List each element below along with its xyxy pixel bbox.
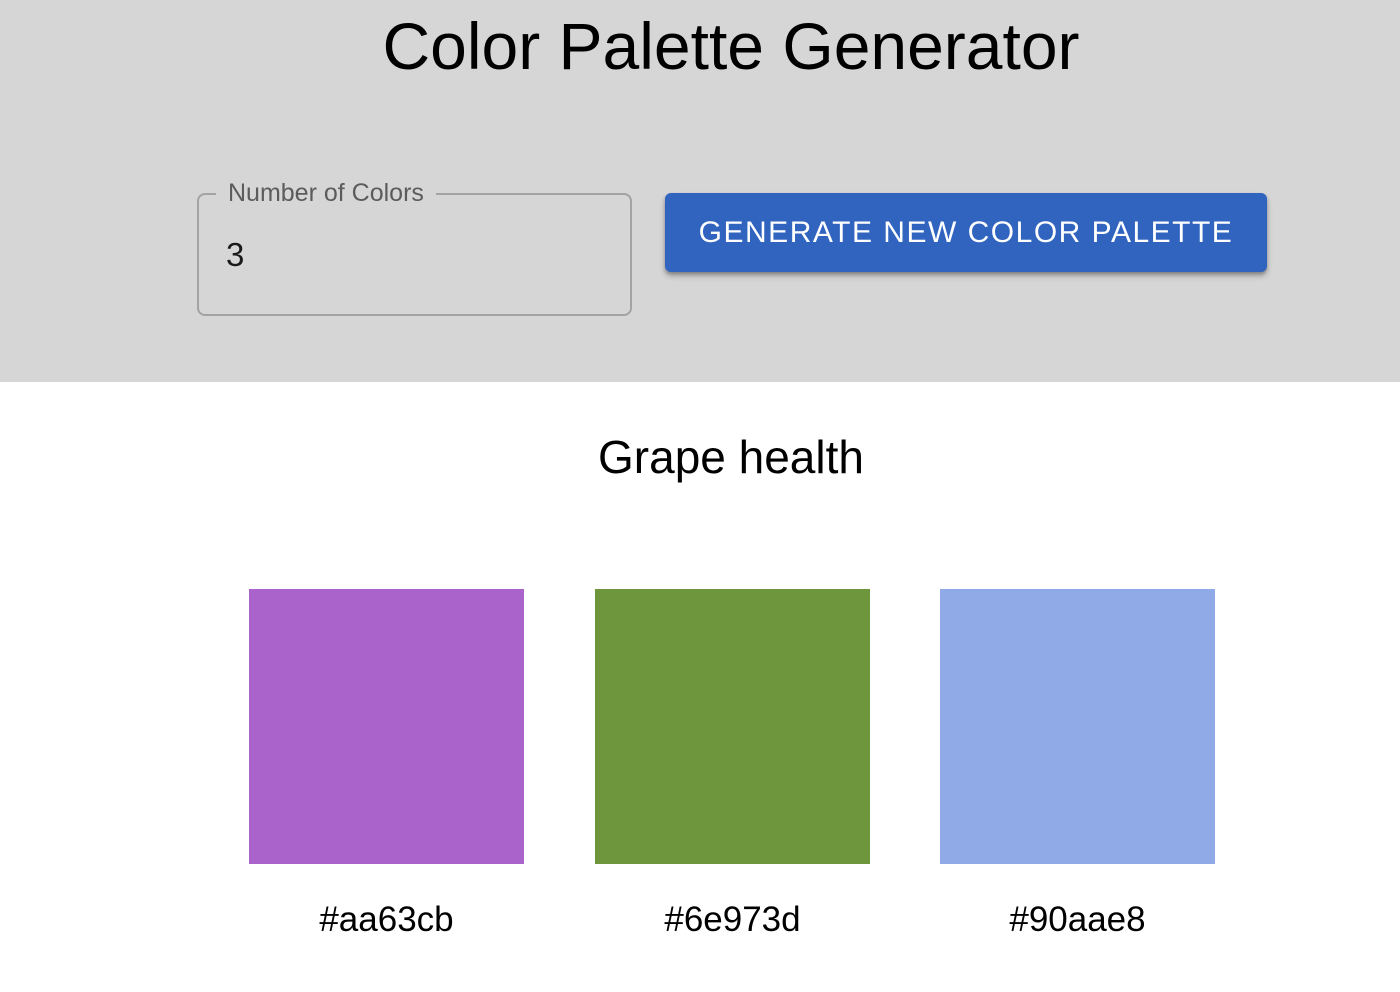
color-code-3: #90aae8 xyxy=(1009,900,1146,939)
color-swatch-2 xyxy=(595,589,870,864)
header-panel: Color Palette Generator Number of Colors… xyxy=(0,0,1400,382)
color-code-2: #6e973d xyxy=(664,900,801,939)
color-swatch-1 xyxy=(249,589,524,864)
generate-palette-button[interactable]: GENERATE NEW COLOR PALETTE xyxy=(665,193,1267,272)
number-of-colors-input[interactable] xyxy=(199,199,630,310)
color-code-1: #aa63cb xyxy=(319,900,454,939)
page-title: Color Palette Generator xyxy=(382,9,1080,83)
palette-name: Grape health xyxy=(598,431,864,483)
color-swatch-3 xyxy=(940,589,1215,864)
